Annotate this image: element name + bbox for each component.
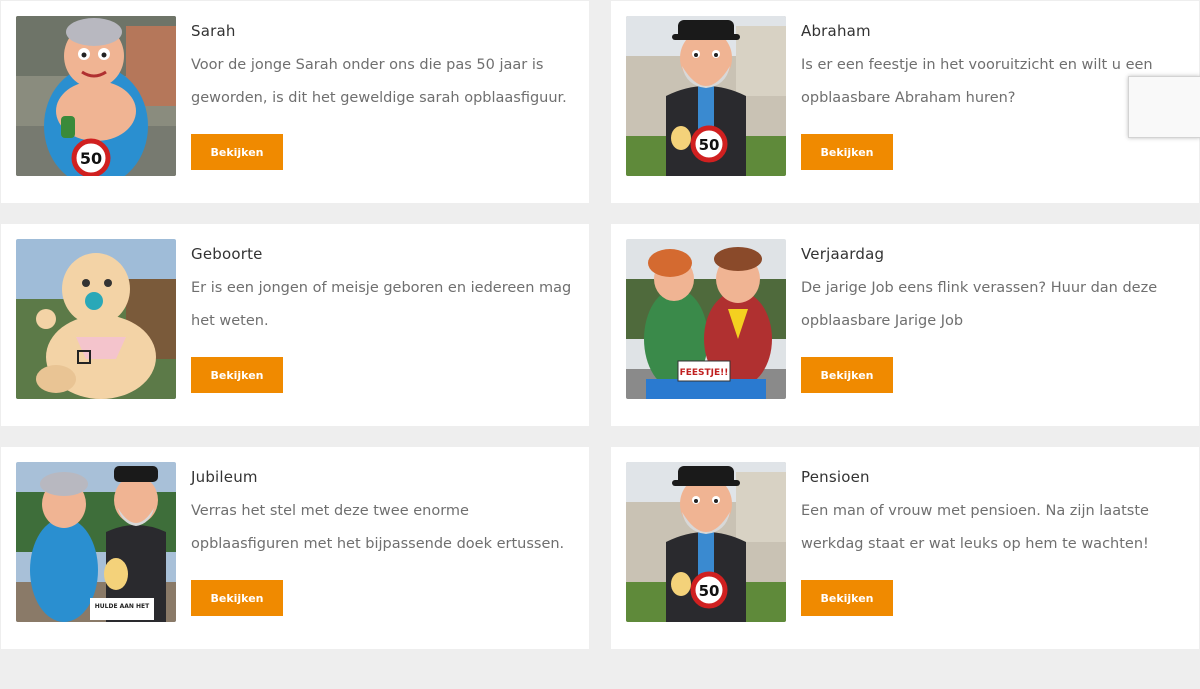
card-description: Verras het stel met deze twee enorme opb… (191, 503, 565, 552)
view-pensioen-button[interactable]: Bekijken (801, 580, 893, 616)
view-verjaardag-button[interactable]: Bekijken (801, 357, 893, 393)
product-card-pensioen: 50 Pensioen Een man of vrouw met pensioe… (611, 447, 1199, 649)
recaptcha-badge[interactable] (1128, 76, 1200, 138)
sarah-inflatable-photo: 50 (16, 16, 176, 176)
product-card-geboorte: Geboorte Er is een jongen of meisje gebo… (1, 224, 589, 426)
card-description: De jarige Job eens flink verassen? Huur … (801, 280, 1158, 329)
view-abraham-button[interactable]: Bekijken (801, 134, 893, 170)
card-title: Pensioen (801, 468, 870, 486)
birthday-couple-inflatable-photo: FEESTJE!! (626, 239, 786, 399)
product-grid: 50 Sarah Voor de jonge Sarah onder ons d… (0, 0, 1200, 689)
card-description: Voor de jonge Sarah onder ons die pas 50… (191, 57, 567, 106)
view-jubileum-button[interactable]: Bekijken (191, 580, 283, 616)
jubilee-couple-inflatable-photo: HULDE AAN HET (16, 462, 176, 622)
view-geboorte-button[interactable]: Bekijken (191, 357, 283, 393)
baby-inflatable-photo (16, 239, 176, 399)
product-card-sarah: 50 Sarah Voor de jonge Sarah onder ons d… (1, 1, 589, 203)
hulde-sign-text: HULDE AAN HET (95, 603, 150, 610)
card-title: Verjaardag (801, 245, 885, 263)
card-title: Jubileum (191, 468, 258, 486)
product-card-jubileum: HULDE AAN HET Jubileum Verras het stel m… (1, 447, 589, 649)
jubileum-photo[interactable]: HULDE AAN HET (16, 462, 176, 622)
svg-text:50: 50 (699, 582, 720, 600)
card-description: Er is een jongen of meisje geboren en ie… (191, 280, 572, 329)
svg-text:50: 50 (80, 149, 102, 168)
pensioen-photo[interactable]: 50 (626, 462, 786, 622)
abraham-photo[interactable]: 50 (626, 16, 786, 176)
verjaardag-photo[interactable]: FEESTJE!! (626, 239, 786, 399)
svg-text:50: 50 (699, 136, 720, 154)
retirement-inflatable-photo: 50 (626, 462, 786, 622)
product-card-verjaardag: FEESTJE!! Verjaardag De jarige Job eens … (611, 224, 1199, 426)
sarah-photo[interactable]: 50 (16, 16, 176, 176)
card-title: Sarah (191, 22, 236, 40)
feestje-sign-text: FEESTJE!! (680, 368, 729, 378)
product-card-abraham: 50 Abraham Is er een feestje in het voor… (611, 1, 1199, 203)
abraham-inflatable-photo: 50 (626, 16, 786, 176)
view-sarah-button[interactable]: Bekijken (191, 134, 283, 170)
card-title: Geboorte (191, 245, 263, 263)
geboorte-photo[interactable] (16, 239, 176, 399)
card-description: Een man of vrouw met pensioen. Na zijn l… (801, 503, 1149, 552)
card-title: Abraham (801, 22, 871, 40)
